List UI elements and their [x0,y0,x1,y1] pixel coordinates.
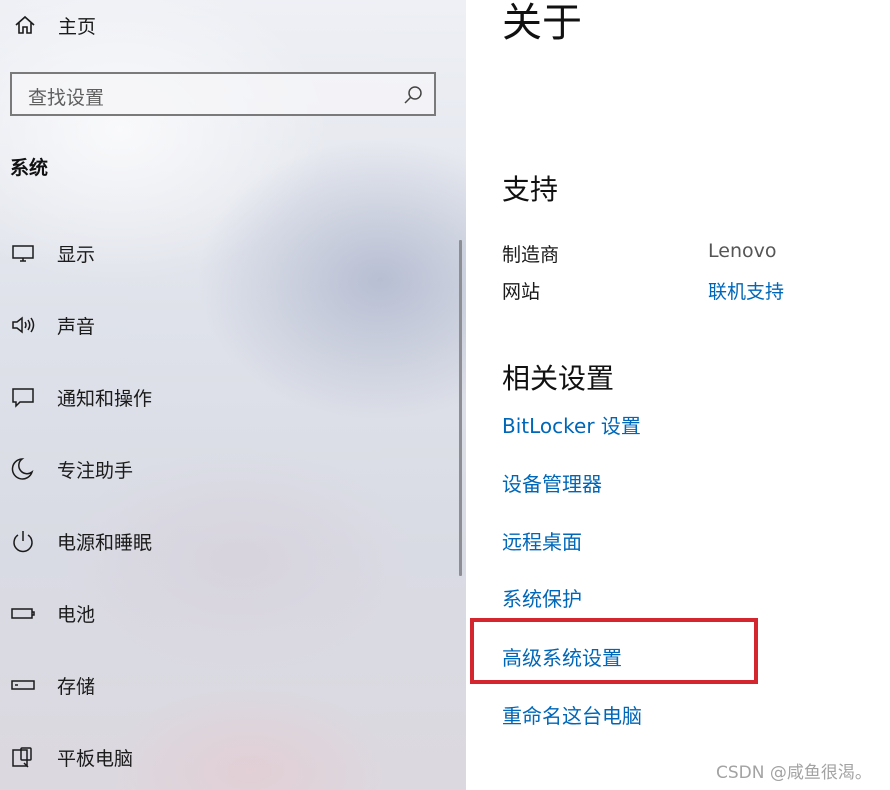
related-settings-heading: 相关设置 [502,362,615,395]
speaker-icon [8,310,38,340]
sidebar-scrollbar[interactable] [459,240,462,576]
sidebar-item-notifications[interactable]: 通知和操作 [8,380,152,414]
sidebar-item-label: 平板电脑 [57,747,134,770]
watermark: CSDN @咸鱼很渴。 [716,763,872,783]
sidebar: 主页 查找设置 系统 显示 声音 通知和操作 专注助手 电源和睡眠 电池 存储 … [0,0,466,790]
sidebar-item-tablet[interactable]: 平板电脑 [8,740,133,774]
online-support-link[interactable]: 联机支持 [708,277,784,304]
sidebar-item-storage[interactable]: 存储 [8,668,95,702]
sidebar-item-label: 显示 [57,243,96,266]
main-content: 关于 支持 制造商 Lenovo 网站 联机支持 相关设置 BitLocker … [466,0,890,790]
settings-window: 主页 查找设置 系统 显示 声音 通知和操作 专注助手 电源和睡眠 电池 存储 … [0,0,890,790]
website-label: 网站 [502,281,541,303]
system-protection-link[interactable]: 系统保护 [502,583,582,612]
rename-pc-link[interactable]: 重命名这台电脑 [502,700,642,729]
moon-icon [8,454,38,484]
support-heading: 支持 [502,173,559,206]
sidebar-item-label: 声音 [57,315,96,338]
search-icon[interactable] [402,84,424,106]
home-label: 主页 [58,15,97,38]
sidebar-item-label: 通知和操作 [57,387,153,410]
page-title: 关于 [502,0,582,46]
monitor-icon [8,238,38,268]
remote-desktop-link[interactable]: 远程桌面 [502,526,582,555]
power-icon [8,526,38,556]
storage-icon [8,670,38,700]
device-manager-link[interactable]: 设备管理器 [502,468,602,497]
sidebar-item-display[interactable]: 显示 [8,236,95,270]
manufacturer-value: Lenovo [708,240,777,262]
sidebar-item-home[interactable]: 主页 [12,8,96,42]
sidebar-item-label: 专注助手 [57,459,134,482]
manufacturer-label: 制造商 [502,244,560,266]
sidebar-item-focus-assist[interactable]: 专注助手 [8,452,133,486]
sidebar-item-sound[interactable]: 声音 [8,308,95,342]
advanced-system-settings-link[interactable]: 高级系统设置 [502,642,622,671]
section-title-system: 系统 [10,157,49,179]
home-icon [12,12,38,38]
search-placeholder: 查找设置 [28,87,105,109]
sidebar-item-battery[interactable]: 电池 [8,596,95,630]
search-input[interactable]: 查找设置 [10,72,436,116]
sidebar-item-label: 电源和睡眠 [57,531,153,554]
sidebar-item-power-sleep[interactable]: 电源和睡眠 [8,524,152,558]
battery-icon [8,598,38,628]
sidebar-item-label: 存储 [57,675,96,698]
notification-icon [8,382,38,412]
tablet-icon [8,742,38,772]
sidebar-item-label: 电池 [57,603,96,626]
bitlocker-settings-link[interactable]: BitLocker 设置 [502,410,641,439]
